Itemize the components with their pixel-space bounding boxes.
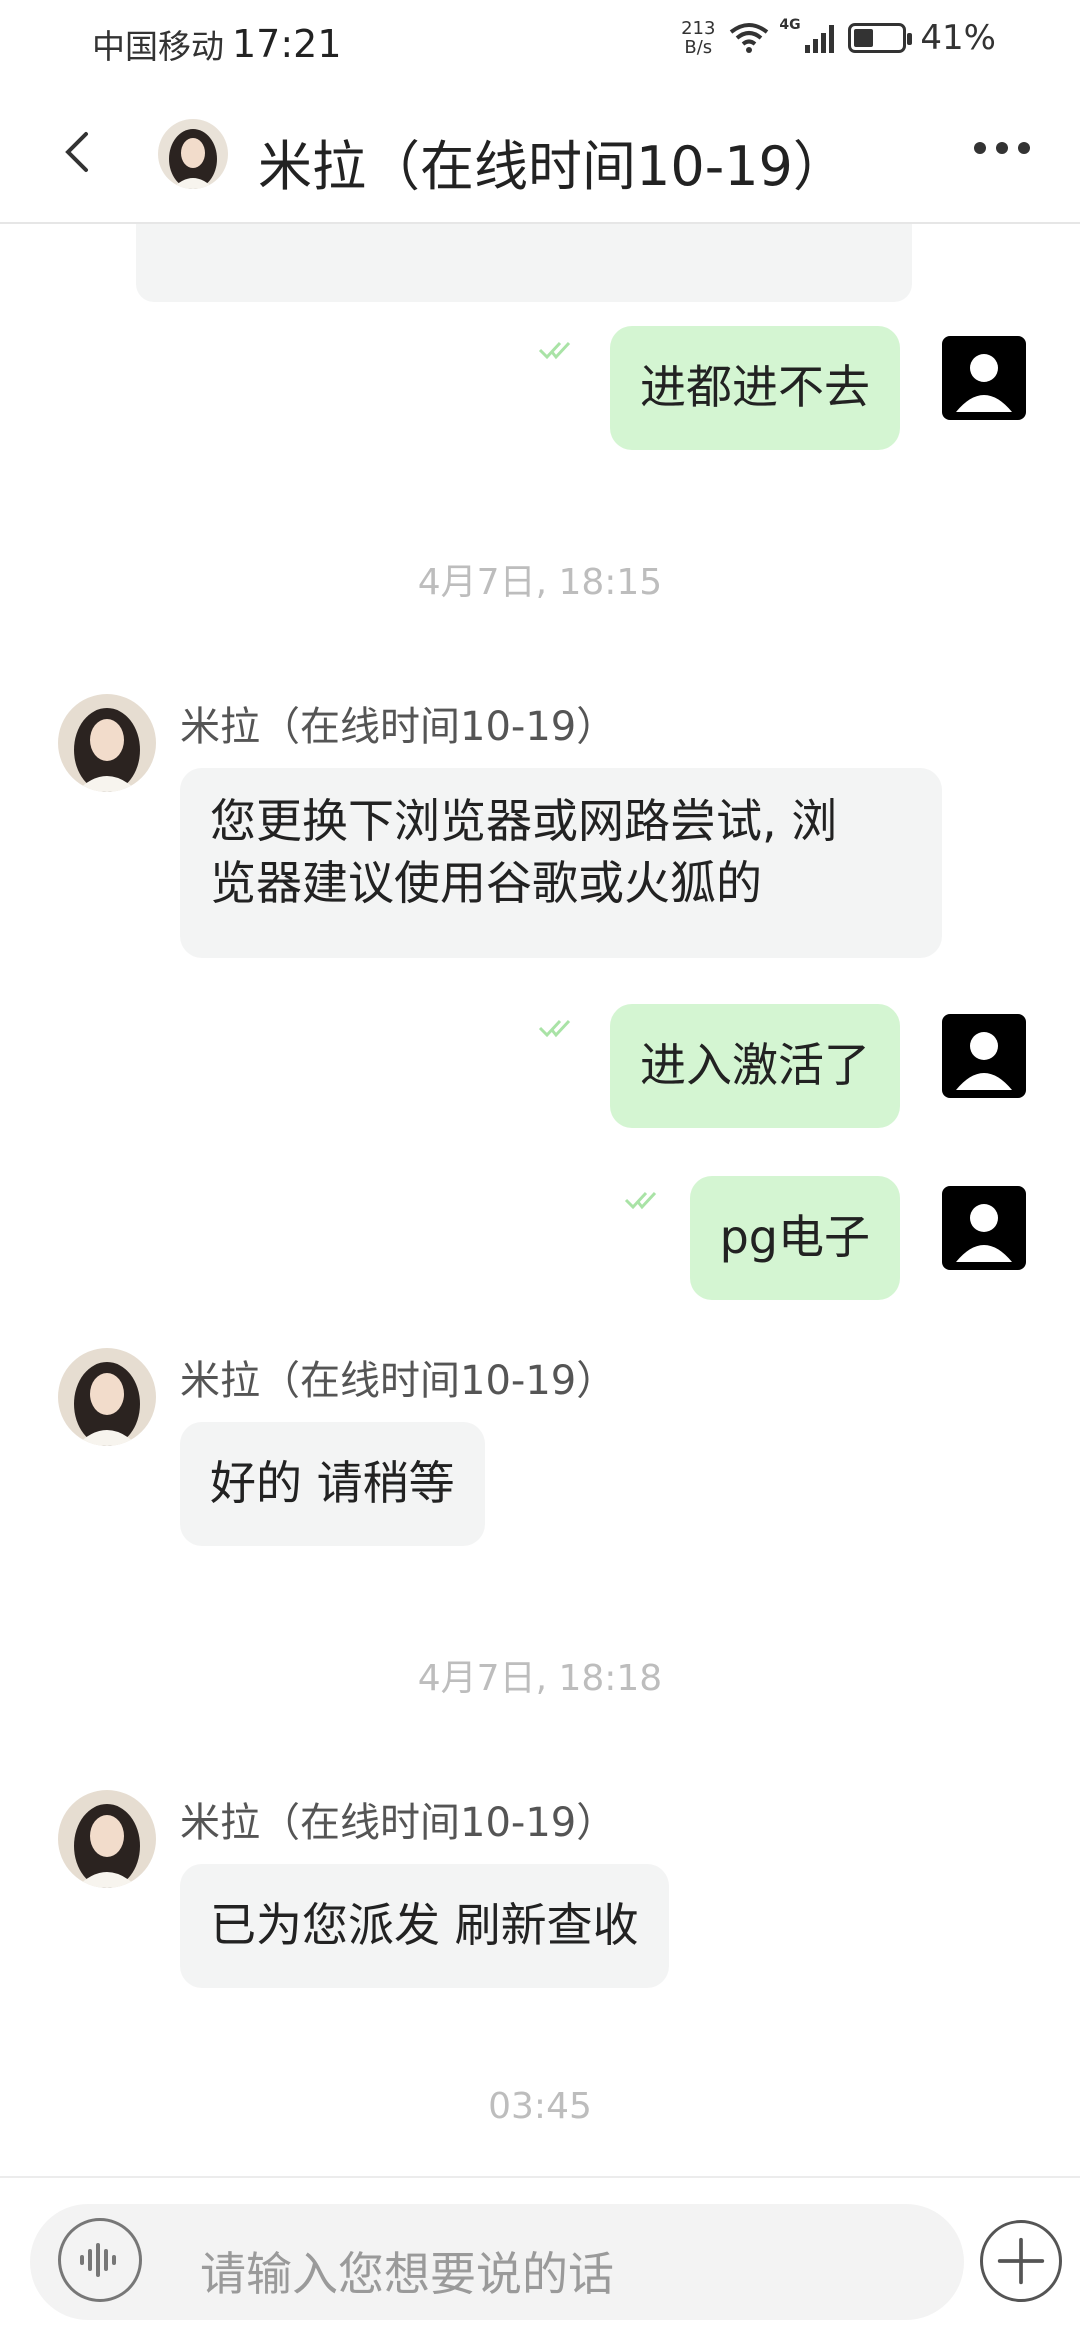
message-bubble-incoming[interactable]: 已为您派发 刷新查收 — [180, 1864, 669, 1988]
wifi-icon — [730, 23, 769, 53]
status-right: 213 B/s 4G 41% — [681, 17, 996, 58]
my-avatar[interactable] — [942, 336, 1026, 420]
net-speed: 213 B/s — [681, 18, 716, 58]
sender-name: 米拉（在线时间10-19） — [180, 1800, 617, 1846]
read-receipt-icon — [538, 1019, 571, 1038]
status-bar: 中国移动 17:21 213 B/s 4G 41% — [0, 0, 1080, 84]
my-avatar[interactable] — [942, 1186, 1026, 1270]
cellular-signal-icon: 4G — [779, 17, 835, 53]
read-receipt-icon — [538, 341, 571, 360]
back-arrow-icon[interactable] — [50, 122, 110, 182]
message-bubble-incoming[interactable]: 您更换下浏览器或网路尝试, 浏 览器建议使用谷歌或火狐的 — [180, 768, 942, 958]
sender-name: 米拉（在线时间10-19） — [180, 704, 617, 750]
network-type: 4G — [779, 17, 801, 33]
more-options-icon[interactable] — [974, 142, 1030, 154]
voice-input-button[interactable] — [58, 2218, 142, 2302]
message-bubble-outgoing[interactable]: 进都进不去 — [610, 326, 900, 450]
message-bubble-outgoing[interactable]: 进入激活了 — [610, 1004, 900, 1128]
voice-wave-icon — [80, 2243, 116, 2277]
chat-header: 米拉（在线时间10-19） — [0, 84, 1080, 224]
read-receipt-icon — [624, 1191, 657, 1210]
message-list[interactable]: 进都进不去 4月7日, 18:15 米拉（在线时间10-19） 您更换下浏览器或… — [0, 224, 1080, 2176]
contact-avatar[interactable] — [158, 119, 228, 189]
message-bubble-outgoing[interactable]: pg电子 — [689, 1176, 900, 1300]
plus-icon[interactable] — [980, 2220, 1062, 2302]
status-left: 中国移动 17:21 — [92, 20, 342, 68]
timestamp: 4月7日, 18:18 — [417, 1658, 663, 1699]
timestamp: 4月7日, 18:15 — [417, 562, 663, 603]
contact-avatar-small[interactable] — [58, 1790, 156, 1888]
carrier-name: 中国移动 — [92, 27, 224, 66]
contact-avatar-small[interactable] — [58, 1348, 156, 1446]
message-bubble-partial — [136, 224, 912, 302]
clock: 17:21 — [232, 22, 342, 66]
input-bar: 请输入您想要说的话 — [0, 2176, 1080, 2340]
timestamp: 03:45 — [488, 2086, 592, 2127]
my-avatar[interactable] — [942, 1014, 1026, 1098]
message-input-placeholder[interactable]: 请输入您想要说的话 — [200, 2238, 614, 2304]
battery-percent: 41% — [920, 18, 996, 58]
contact-avatar-small[interactable] — [58, 694, 156, 792]
sender-name: 米拉（在线时间10-19） — [180, 1358, 617, 1404]
battery-icon — [848, 23, 913, 53]
message-bubble-incoming[interactable]: 好的 请稍等 — [180, 1422, 485, 1546]
chat-title: 米拉（在线时间10-19） — [258, 135, 847, 198]
